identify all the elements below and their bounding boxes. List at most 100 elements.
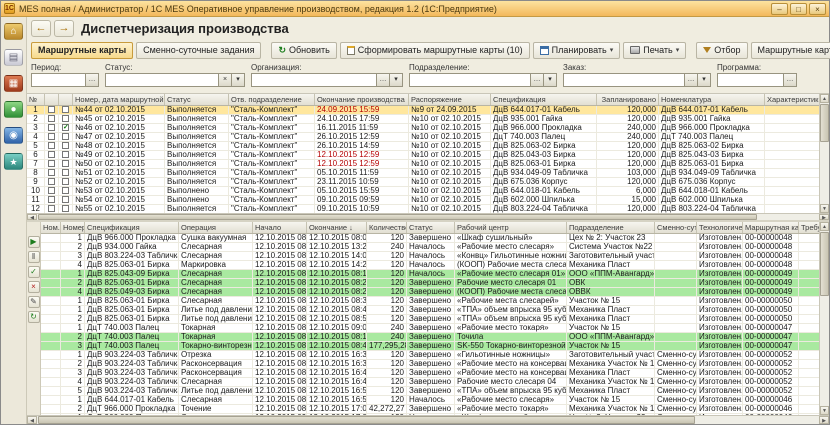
scroll-track[interactable] [820,231,829,406]
column-header[interactable]: Номенклатура [659,94,765,105]
column-header[interactable]: Начало [253,222,307,233]
row-checkbox[interactable] [48,205,55,212]
column-header[interactable] [59,94,73,105]
minimize-button[interactable]: – [771,3,788,15]
cancel-operation-button[interactable]: × [28,281,40,293]
operation-row[interactable]: 5ДцВ 903.224-03 ТабличкаЛитье под давлен… [41,387,819,396]
column-header[interactable]: Номер, дата маршрутной кар... [73,94,165,105]
start-operation-button[interactable]: ▶ [28,236,40,248]
scroll-track[interactable] [37,416,819,424]
row-checkbox[interactable] [62,187,69,194]
refresh-operations-button[interactable]: ↻ [28,311,40,323]
column-header[interactable]: Отв. подразделение [229,94,315,105]
sidebar-icon-reports[interactable] [4,153,23,170]
scroll-thumb[interactable] [820,232,829,296]
column-header[interactable]: Распоряжение [409,94,491,105]
edit-operation-button[interactable]: ✎ [28,296,40,308]
operation-row[interactable]: 4ДцВ 825.063-01 БиркаМаркировка12.10.201… [41,261,819,270]
scroll-thumb[interactable] [38,416,695,424]
route-card-row[interactable]: 4№47 от 02.10.2015Выполняется"Сталь-Комп… [27,133,819,142]
route-card-row[interactable]: 8№51 от 02.10.2015Выполняется"Сталь-Комп… [27,169,819,178]
department-choose-button[interactable]: … [531,73,544,87]
column-header[interactable]: Сменно-сут... [655,222,697,233]
route-card-row[interactable]: 7№50 от 02.10.2015Выполняется"Сталь-Комп… [27,160,819,169]
organization-input[interactable] [251,73,377,87]
row-checkbox[interactable] [48,124,55,131]
row-checkbox[interactable] [62,151,69,158]
close-button[interactable]: × [809,3,826,15]
sidebar-icon-planning[interactable] [4,101,23,118]
operation-row[interactable]: 4ДцВ 825.049-03 БиркаСлесарная12.10.2015… [41,288,819,297]
department-dropdown-button[interactable]: ▾ [544,73,557,87]
refresh-button[interactable]: ↻Обновить [271,42,336,59]
print-button[interactable]: Печать▾ [623,42,686,59]
operation-row[interactable]: 1ДцВ 644.017-01 КабельСлесарная12.10.201… [41,396,819,405]
upper-horizontal-scrollbar[interactable]: ◀ ▶ [27,213,829,220]
scroll-thumb[interactable] [820,104,829,142]
generate-route-cards-button[interactable]: Сформировать маршрутные карты (10) [340,42,530,59]
column-header[interactable]: Запланировано [597,94,659,105]
sidebar-icon-desktop[interactable] [4,23,23,40]
status-dropdown-button[interactable]: ▾ [232,73,245,87]
lower-vertical-scrollbar[interactable]: ▲ ▼ [819,222,829,415]
route-card-row[interactable]: 12№55 от 02.10.2015Выполняется"Сталь-Ком… [27,205,819,213]
column-header[interactable]: Спецификация [491,94,597,105]
scroll-up-arrow[interactable]: ▲ [820,222,829,231]
row-checkbox[interactable] [62,160,69,167]
scroll-thumb[interactable] [38,214,757,220]
column-header[interactable]: Технологическ... [697,222,743,233]
route-card-row[interactable]: 6№49 от 02.10.2015Выполняется"Сталь-Комп… [27,151,819,160]
column-header[interactable]: Спецификация [85,222,179,233]
operation-row[interactable]: 2ДцВ 934.000 ГайкаСлесарная12.10.2015 08… [41,243,819,252]
complete-operation-button[interactable]: ✓ [28,266,40,278]
row-checkbox[interactable] [62,196,69,203]
scroll-track[interactable] [820,103,829,204]
column-header[interactable]: Номер оп... [61,222,85,233]
operation-row[interactable]: 2ДцТ 740.003 ПалецТокарная12.10.2015 08:… [41,333,819,342]
lower-horizontal-scrollbar[interactable]: ◀ ▶ [27,415,829,424]
row-checkbox[interactable] [48,142,55,149]
tab-shift-tasks[interactable]: Сменно-суточные задания [136,42,261,59]
column-header[interactable]: Окончание ↓ [307,222,367,233]
scroll-up-arrow[interactable]: ▲ [820,94,829,103]
status-clear-button[interactable]: × [219,73,232,87]
operation-row[interactable]: 1ДцВ 825.063-01 БиркаСлесарная12.10.2015… [41,297,819,306]
row-checkbox[interactable] [48,169,55,176]
order-dropdown-button[interactable]: ▾ [698,73,711,87]
route-cards-menu-button[interactable]: Маршрутные карты▾ [751,42,830,59]
status-input[interactable] [105,73,219,87]
route-card-row[interactable]: 10№53 от 02.10.2015Выполнено"Сталь-Компл… [27,187,819,196]
order-input[interactable] [563,73,685,87]
row-checkbox[interactable] [48,178,55,185]
upper-vertical-scrollbar[interactable]: ▲ ▼ [819,94,829,213]
row-checkbox[interactable] [62,115,69,122]
maximize-button[interactable]: □ [790,3,807,15]
route-card-row[interactable]: 1№44 от 02.10.2015Выполняется"Сталь-Комп… [27,106,819,115]
sidebar-icon-documents[interactable] [4,49,23,66]
column-header[interactable]: Характеристика [765,94,819,105]
column-header[interactable]: Статус [407,222,455,233]
column-header[interactable]: Статус [165,94,229,105]
scroll-left-arrow[interactable]: ◀ [27,416,37,424]
row-checkbox[interactable] [62,106,69,113]
column-header[interactable]: Требует ОТ [799,222,819,233]
filter-button[interactable]: Отбор [696,42,747,59]
department-input[interactable] [409,73,531,87]
row-checkbox[interactable] [48,196,55,203]
row-checkbox[interactable] [62,133,69,140]
operation-row[interactable]: 3ДцТ 740.003 ПалецТокарно-винторезная12.… [41,342,819,351]
operation-row[interactable]: 2ДцВ 825.063-01 БиркаЛитье под давлением… [41,315,819,324]
operation-row[interactable]: 2ДцТ 966.000 ПрокладкаТочение12.10.2015 … [41,405,819,414]
operation-row[interactable]: 1ДцТ 740.003 ПалецТокарная12.10.2015 08:… [41,324,819,333]
route-card-row[interactable]: 3✓№46 от 02.10.2015Выполняется"Сталь-Ком… [27,124,819,133]
pause-operation-button[interactable]: ‖ [28,251,40,263]
column-header[interactable]: Операция [179,222,253,233]
route-card-row[interactable]: 9№52 от 02.10.2015Выполняется"Сталь-Комп… [27,178,819,187]
row-checkbox[interactable] [48,160,55,167]
route-card-row[interactable]: 11№54 от 02.10.2015Выполнено"Сталь-Компл… [27,196,819,205]
operation-row[interactable]: 2ДцВ 825.063-01 БиркаСлесарная12.10.2015… [41,279,819,288]
organization-dropdown-button[interactable]: ▾ [390,73,403,87]
tab-route-cards[interactable]: Маршрутные карты [31,42,133,59]
row-checkbox[interactable] [48,133,55,140]
column-header[interactable]: Окончание производства [315,94,409,105]
